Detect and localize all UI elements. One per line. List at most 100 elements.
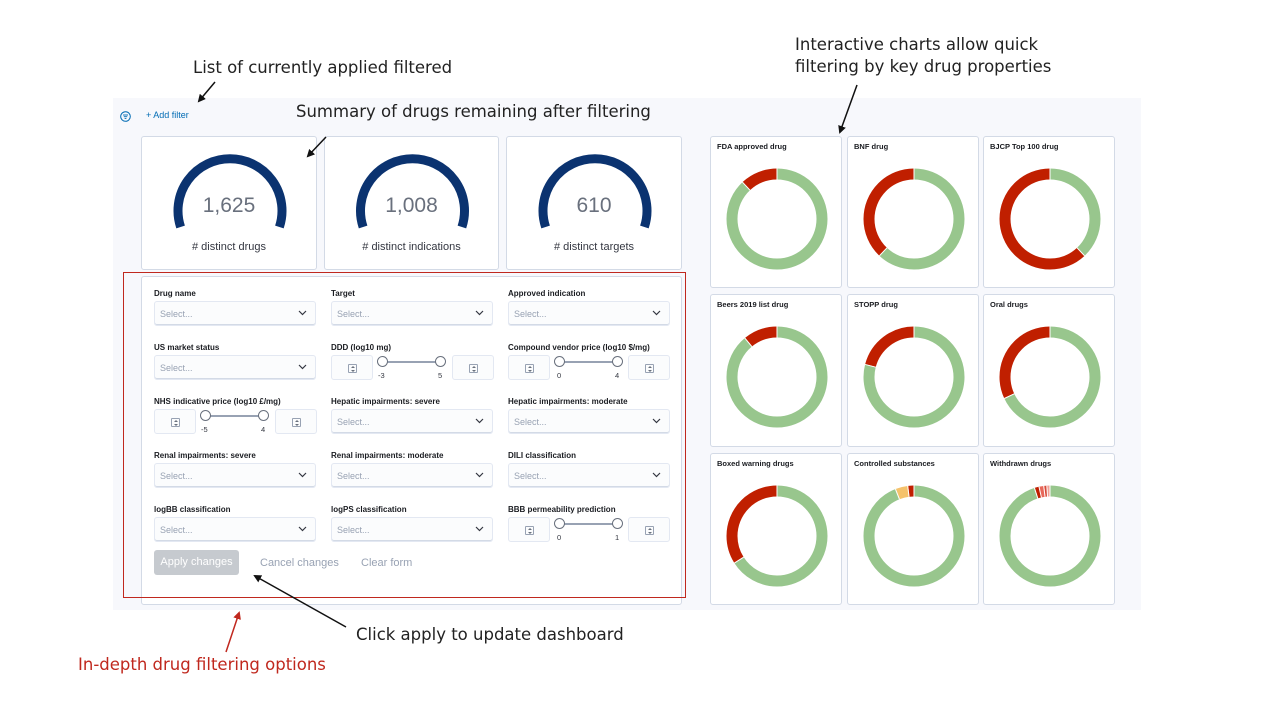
slider-handle-max[interactable] bbox=[258, 410, 269, 421]
hepatic-moderate-select[interactable]: Select... bbox=[508, 409, 670, 434]
donut-chart[interactable] bbox=[996, 165, 1104, 273]
vendor-price-range-slider[interactable]: 04 bbox=[554, 356, 623, 386]
dili-select[interactable]: Select... bbox=[508, 463, 670, 488]
donut-chart[interactable] bbox=[723, 482, 831, 590]
donut-chart[interactable] bbox=[996, 482, 1104, 590]
renal-moderate-select[interactable]: Select... bbox=[331, 463, 493, 488]
field-label: DDD (log10 mg) bbox=[331, 343, 391, 352]
pie-card[interactable]: STOPP drug bbox=[847, 294, 979, 447]
clear-form-button[interactable]: Clear form bbox=[361, 557, 412, 569]
range-max-label: 1 bbox=[615, 533, 620, 542]
chevron-down-icon bbox=[475, 310, 484, 316]
range-min-label: 0 bbox=[557, 533, 562, 542]
field-label: Drug name bbox=[154, 289, 196, 298]
donut-chart[interactable] bbox=[723, 323, 831, 431]
annotation-charts-line2: filtering by key drug properties bbox=[795, 57, 1052, 76]
annotation-apply: Click apply to update dashboard bbox=[356, 625, 624, 644]
logps-select[interactable]: Select... bbox=[331, 517, 493, 542]
spinner-icon bbox=[645, 363, 654, 373]
field-label: BBB permeability prediction bbox=[508, 505, 616, 514]
range-max-label: 5 bbox=[438, 371, 443, 380]
chevron-down-icon bbox=[298, 472, 307, 478]
metric-label: # distinct targets bbox=[553, 241, 635, 253]
cancel-changes-button[interactable]: Cancel changes bbox=[260, 557, 339, 569]
vendor-price-max-input[interactable] bbox=[628, 355, 670, 380]
pie-card[interactable]: Beers 2019 list drug bbox=[710, 294, 842, 447]
ddd-max-input[interactable] bbox=[452, 355, 494, 380]
ddd-min-input[interactable] bbox=[331, 355, 373, 380]
field-label: Compound vendor price (log10 $/mg) bbox=[508, 343, 650, 352]
slider-handle-min[interactable] bbox=[554, 356, 565, 367]
slider-handle-min[interactable] bbox=[200, 410, 211, 421]
slider-handle-max[interactable] bbox=[612, 518, 623, 529]
pie-slice[interactable] bbox=[863, 485, 965, 587]
apply-changes-button[interactable]: Apply changes bbox=[154, 550, 239, 575]
pie-title: FDA approved drug bbox=[717, 142, 787, 151]
pie-title: Withdrawn drugs bbox=[990, 459, 1052, 468]
drug-name-select[interactable]: Select... bbox=[154, 301, 316, 326]
pie-slice[interactable] bbox=[999, 485, 1101, 587]
donut-chart[interactable] bbox=[860, 323, 968, 431]
slider-handle-min[interactable] bbox=[377, 356, 388, 367]
range-max-label: 4 bbox=[261, 425, 266, 434]
spinner-icon bbox=[645, 525, 654, 535]
annotation-charts-line1: Interactive charts allow quick bbox=[795, 35, 1039, 54]
pie-card[interactable]: Controlled substances bbox=[847, 453, 979, 605]
metric-card-indications: 1,008 # distinct indications bbox=[324, 136, 499, 270]
bbb-range-slider[interactable]: 01 bbox=[554, 518, 623, 548]
donut-chart[interactable] bbox=[996, 323, 1104, 431]
metric-value: 1,008 bbox=[385, 194, 438, 217]
select-placeholder: Select... bbox=[337, 309, 370, 319]
select-placeholder: Select... bbox=[160, 525, 193, 535]
pie-title: STOPP drug bbox=[854, 300, 898, 309]
slider-handle-max[interactable] bbox=[435, 356, 446, 367]
donut-chart[interactable] bbox=[860, 482, 968, 590]
bbb-min-input[interactable] bbox=[508, 517, 550, 542]
field-label: logPS classification bbox=[331, 505, 407, 514]
logbb-select[interactable]: Select... bbox=[154, 517, 316, 542]
vendor-price-min-input[interactable] bbox=[508, 355, 550, 380]
field-label: Renal impairments: moderate bbox=[331, 451, 444, 460]
metric-label: # distinct indications bbox=[362, 241, 461, 253]
bbb-max-input[interactable] bbox=[628, 517, 670, 542]
approved-indication-select[interactable]: Select... bbox=[508, 301, 670, 326]
pie-card[interactable]: BJCP Top 100 drug bbox=[983, 136, 1115, 288]
chevron-down-icon bbox=[652, 310, 661, 316]
add-filter-button[interactable]: + Add filter bbox=[146, 110, 189, 120]
field-label: Hepatic impairments: severe bbox=[331, 397, 440, 406]
metric-value: 1,625 bbox=[202, 194, 256, 217]
filter-icon[interactable] bbox=[120, 109, 131, 122]
nhs-price-max-input[interactable] bbox=[275, 409, 317, 434]
pie-card[interactable]: FDA approved drug bbox=[710, 136, 842, 288]
range-max-label: 4 bbox=[615, 371, 620, 380]
target-select[interactable]: Select... bbox=[331, 301, 493, 326]
field-label: logBB classification bbox=[154, 505, 231, 514]
pie-card[interactable]: Boxed warning drugs bbox=[710, 453, 842, 605]
pie-card[interactable]: Oral drugs bbox=[983, 294, 1115, 447]
field-label: Renal impairments: severe bbox=[154, 451, 256, 460]
slider-handle-max[interactable] bbox=[612, 356, 623, 367]
pie-card[interactable]: Withdrawn drugs bbox=[983, 453, 1115, 605]
ddd-range-slider[interactable]: -3 5 bbox=[377, 356, 446, 386]
donut-chart[interactable] bbox=[723, 165, 831, 273]
slider-handle-min[interactable] bbox=[554, 518, 565, 529]
slider-track bbox=[558, 523, 616, 525]
field-label: NHS indicative price (log10 £/mg) bbox=[154, 397, 281, 406]
pie-slice[interactable] bbox=[726, 168, 828, 270]
pie-card[interactable]: BNF drug bbox=[847, 136, 979, 288]
pie-slice[interactable] bbox=[726, 326, 828, 428]
donut-chart[interactable] bbox=[860, 165, 968, 273]
chevron-down-icon bbox=[475, 526, 484, 532]
nhs-price-range-slider[interactable]: -5 4 bbox=[200, 410, 269, 440]
pie-title: Controlled substances bbox=[854, 459, 935, 468]
hepatic-severe-select[interactable]: Select... bbox=[331, 409, 493, 434]
metric-label: # distinct drugs bbox=[192, 241, 266, 253]
select-placeholder: Select... bbox=[514, 417, 547, 427]
chevron-down-icon bbox=[298, 364, 307, 370]
nhs-price-min-input[interactable] bbox=[154, 409, 196, 434]
us-market-status-select[interactable]: Select... bbox=[154, 355, 316, 380]
spinner-icon bbox=[292, 417, 301, 427]
select-placeholder: Select... bbox=[337, 471, 370, 481]
renal-severe-select[interactable]: Select... bbox=[154, 463, 316, 488]
metric-card-targets: 610 # distinct targets bbox=[506, 136, 682, 270]
